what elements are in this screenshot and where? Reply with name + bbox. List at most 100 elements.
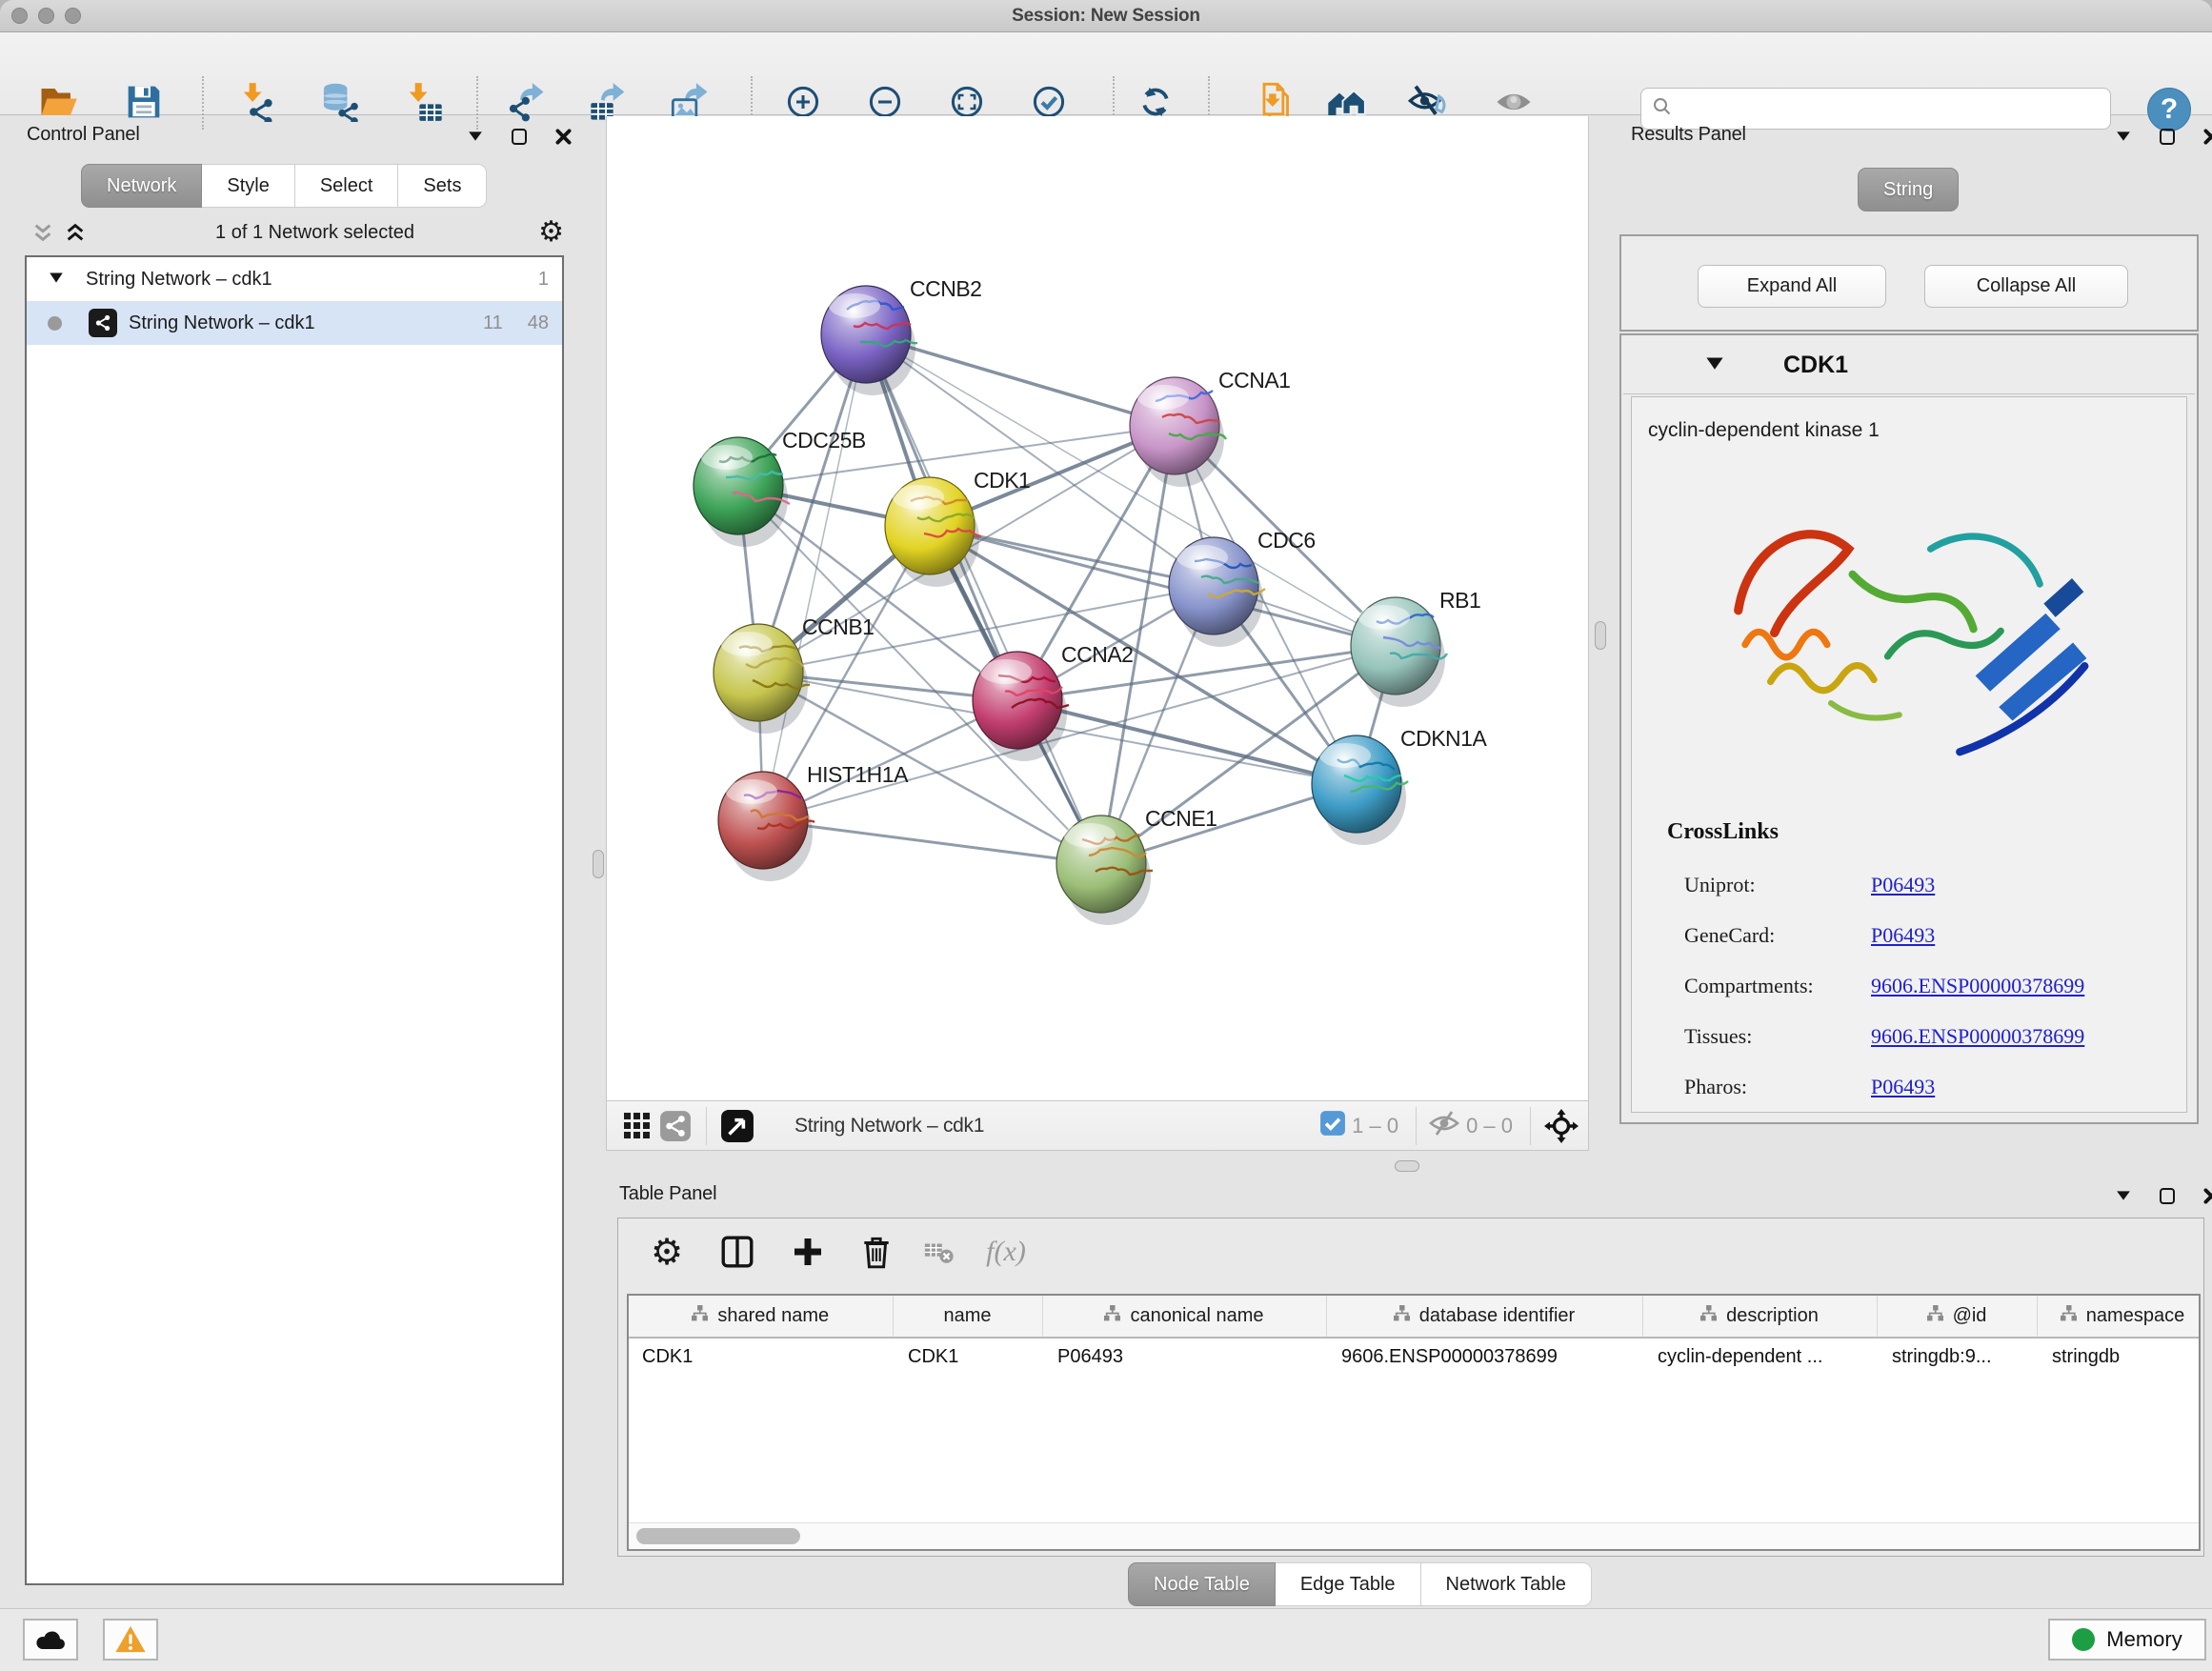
pan-crosshair-icon[interactable] [1542, 1107, 1580, 1145]
network-canvas[interactable]: CCNB2CCNA1CDC25BCDK1CDC6RB1CCNB1CCNA2CDK… [606, 116, 1589, 1100]
export-network-button[interactable] [505, 82, 549, 126]
save-session-button[interactable] [122, 82, 166, 126]
results-panel-controls [2113, 126, 2212, 147]
open-session-button[interactable] [36, 82, 80, 126]
hidden-eye-icon[interactable] [1428, 1109, 1460, 1142]
tree-expander-icon[interactable] [48, 269, 65, 291]
scrollbar-thumb[interactable] [636, 1528, 800, 1544]
attribute-tree-icon [1104, 1305, 1120, 1327]
node-CCNE1[interactable]: CCNE1 [1056, 806, 1217, 925]
node-CDK1[interactable]: CDK1 [885, 468, 1030, 587]
panel-close-icon[interactable] [2201, 1185, 2212, 1206]
column-header--id[interactable]: @id [1877, 1296, 2037, 1338]
tab-sets[interactable]: Sets [398, 164, 487, 208]
import-network-button[interactable] [236, 82, 280, 126]
memory-button[interactable]: Memory [2048, 1619, 2206, 1661]
collapse-all-networks-icon[interactable] [59, 218, 91, 247]
network-badge-icon[interactable] [656, 1107, 694, 1145]
edge-HIST1H1A-CCNE1[interactable] [763, 820, 1101, 864]
tab-node-table[interactable]: Node Table [1128, 1562, 1276, 1606]
panel-menu-icon[interactable] [2113, 1185, 2134, 1206]
panel-close-icon[interactable] [2201, 126, 2212, 147]
table-horizontal-scrollbar[interactable] [629, 1522, 2199, 1549]
import-table-button[interactable] [402, 82, 446, 126]
tab-string[interactable]: String [1858, 168, 1959, 211]
delete-column-icon[interactable] [854, 1229, 899, 1275]
crosslink-link[interactable]: P06493 [1871, 923, 1935, 948]
tab-style[interactable]: Style [202, 164, 294, 208]
node-CCNA2[interactable]: CCNA2 [973, 642, 1133, 761]
crosslink-link[interactable]: P06493 [1871, 873, 1935, 897]
right-splitter-handle[interactable] [1595, 621, 1606, 650]
table-cell: stringdb:9... [1877, 1338, 2037, 1376]
node-RB1[interactable]: RB1 [1351, 588, 1480, 707]
node-HIST1H1A[interactable]: HIST1H1A [718, 762, 909, 881]
protein-item-header[interactable]: CDK1 [1623, 337, 2195, 394]
crosslink-link[interactable]: 9606.ENSP00000378699 [1871, 974, 2084, 998]
window-zoom-button[interactable] [65, 8, 81, 24]
panel-float-icon[interactable] [2157, 1185, 2178, 1206]
column-header-namespace[interactable]: namespace [2037, 1296, 2201, 1338]
column-header-canonical-name[interactable]: canonical name [1042, 1296, 1326, 1338]
function-builder-icon[interactable]: f(x) [983, 1229, 1029, 1275]
expand-all-button[interactable]: Expand All [1698, 265, 1886, 308]
birdseye-view-icon[interactable] [718, 1107, 756, 1145]
table-row[interactable]: CDK1CDK1P064939606.ENSP00000378699cyclin… [629, 1338, 2201, 1376]
network-options-gear-icon[interactable]: ⚙ [538, 218, 564, 247]
node-CCNA1[interactable]: CCNA1 [1130, 368, 1290, 487]
crosslink-link[interactable]: 9606.ENSP00000378699 [1871, 1024, 2084, 1049]
network-row-selected[interactable]: String Network – cdk1 1148 [27, 301, 562, 345]
node-CDKN1A[interactable]: CDKN1A [1312, 726, 1487, 845]
node-CCNB2[interactable]: CCNB2 [821, 276, 981, 395]
item-expander-icon[interactable] [1705, 355, 1724, 375]
search-input[interactable] [1681, 91, 2101, 126]
tab-network-table[interactable]: Network Table [1421, 1562, 1592, 1606]
clear-table-icon[interactable] [916, 1229, 962, 1275]
tab-select[interactable]: Select [295, 164, 399, 208]
network-collection-row[interactable]: String Network – cdk1 1 [27, 257, 562, 301]
edge-CDK1-RB1[interactable] [930, 526, 1396, 646]
expand-all-networks-icon[interactable] [27, 218, 59, 247]
show-columns-icon[interactable] [714, 1229, 760, 1275]
footer-separator [1530, 1107, 1531, 1145]
selected-checkbox-icon[interactable] [1319, 1110, 1346, 1141]
node-CDC6[interactable]: CDC6 [1169, 528, 1316, 647]
table-cell: 9606.ENSP00000378699 [1326, 1338, 1642, 1376]
node-count: 11 [483, 312, 503, 334]
column-header-description[interactable]: description [1642, 1296, 1877, 1338]
warnings-button[interactable] [103, 1619, 158, 1661]
network-label: String Network – cdk1 [129, 312, 315, 334]
window-close-button[interactable] [11, 8, 28, 24]
panel-float-icon[interactable] [509, 126, 530, 147]
window-title: Session: New Session [1012, 6, 1200, 27]
table-options-gear-icon[interactable]: ⚙ [644, 1229, 690, 1275]
footer-separator [706, 1107, 707, 1145]
tab-network[interactable]: Network [81, 164, 202, 208]
tab-edge-table[interactable]: Edge Table [1276, 1562, 1421, 1606]
import-network-from-database-button[interactable] [319, 82, 363, 126]
column-header-database-identifier[interactable]: database identifier [1326, 1296, 1642, 1338]
add-column-icon[interactable] [785, 1229, 831, 1275]
crosslink-row: Uniprot:P06493 [1684, 859, 2180, 910]
panel-menu-icon[interactable] [2113, 126, 2134, 147]
titlebar: Session: New Session [0, 0, 2212, 32]
window-minimize-button[interactable] [38, 8, 54, 24]
crosslink-link[interactable]: P06493 [1871, 1075, 1935, 1099]
column-header-label: database identifier [1419, 1305, 1575, 1327]
collapse-all-button[interactable]: Collapse All [1924, 265, 2128, 308]
panel-float-icon[interactable] [2157, 126, 2178, 147]
horizontal-splitter-handle[interactable] [1395, 1160, 1419, 1172]
column-header-shared-name[interactable]: shared name [629, 1296, 893, 1338]
node-CCNB1[interactable]: CCNB1 [714, 614, 874, 734]
network-graph[interactable]: CCNB2CCNA1CDC25BCDK1CDC6RB1CCNB1CCNA2CDK… [607, 116, 1590, 1100]
edge-CCNB2-HIST1H1A[interactable] [763, 334, 866, 820]
panel-menu-icon[interactable] [465, 126, 486, 147]
cloud-button[interactable] [23, 1619, 78, 1661]
open-folder-icon [38, 82, 78, 127]
grid-view-icon[interactable] [618, 1107, 656, 1145]
left-splitter-handle[interactable] [593, 850, 604, 878]
panel-close-icon[interactable] [553, 126, 573, 147]
string-network-icon [89, 309, 117, 337]
column-header-label: namespace [2086, 1305, 2184, 1327]
column-header-name[interactable]: name [893, 1296, 1042, 1338]
